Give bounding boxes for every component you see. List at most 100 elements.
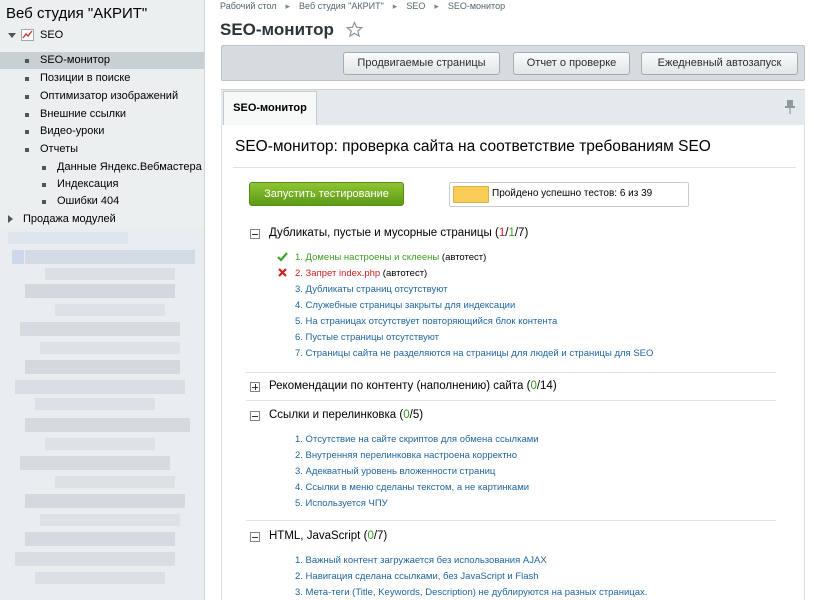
sidebar-item-video-lessons[interactable]: Видео-уроки [0, 123, 204, 140]
sidebar-item-label: Индексация [57, 178, 119, 190]
check-item[interactable]: 4. Служебные страницы закрыты для индекс… [295, 300, 515, 311]
breadcrumb-separator: ▸ [392, 1, 398, 11]
check-item[interactable]: 1. Отсутствие на сайте скриптов для обме… [295, 434, 539, 445]
section-count-total: /7) [514, 227, 529, 239]
sidebar-item-seo[interactable]: SEO [0, 27, 204, 44]
sidebar-item-yandex-webmaster[interactable]: Данные Яндекс.Вебмастера [0, 159, 204, 176]
content-panel: SEO-монитор: проверка сайта на соответст… [221, 125, 805, 600]
divider [246, 400, 776, 401]
minus-bar [252, 536, 258, 538]
pixel-block [8, 232, 128, 244]
section-count-total: /7) [373, 530, 388, 542]
bullet-icon [42, 166, 46, 170]
run-testing-button[interactable]: Запустить тестирование [249, 182, 404, 206]
pixelated-menu-area [0, 228, 204, 600]
pixel-block [55, 304, 165, 316]
page-title: SEO-монитор [220, 20, 334, 39]
pixel-block [40, 514, 180, 526]
sidebar-item-label: Продажа модулей [23, 213, 116, 225]
check-item[interactable]: 7. Страницы сайта не разделяются на стра… [295, 348, 653, 359]
sidebar-item-external-links[interactable]: Внешние ссылки [0, 106, 204, 123]
sidebar-item-indexation[interactable]: Индексация [0, 176, 204, 193]
divider [246, 372, 776, 373]
section-title[interactable]: HTML, JavaScript (0/7) [269, 530, 387, 542]
breadcrumb: Рабочий стол ▸ Веб студия "АКРИТ" ▸ SEO ▸ SEO-… [220, 1, 505, 12]
divider [246, 520, 776, 521]
check-item[interactable]: 2. Внутренняя перелинковка настроена кор… [295, 450, 517, 461]
sidebar-item-seo-monitor[interactable]: SEO-монитор [0, 52, 204, 69]
expand-arrow-icon[interactable] [8, 33, 16, 38]
tab-seo-monitor[interactable]: SEO-монитор [223, 91, 317, 126]
section-title-text: Рекомендации по контенту (наполнению) са… [269, 380, 524, 392]
sidebar-item-errors-404[interactable]: Ошибки 404 [0, 193, 204, 210]
bullet-icon [42, 183, 46, 187]
bullet-icon [42, 200, 46, 204]
check-item[interactable]: 3. Адекватный уровень вложенности страни… [295, 466, 495, 477]
sidebar-item-image-optimizer[interactable]: Оптимизатор изображений [0, 88, 204, 105]
section-title[interactable]: Рекомендации по контенту (наполнению) са… [269, 380, 557, 392]
star-icon[interactable] [346, 21, 363, 38]
plus-bar-v [254, 384, 256, 390]
pixel-block [25, 418, 190, 432]
collapse-toggle-icon[interactable] [250, 532, 260, 542]
collapse-toggle-icon[interactable] [250, 411, 260, 421]
site-title[interactable]: Веб студия "АКРИТ" [6, 5, 147, 22]
check-report-button[interactable]: Отчет о проверке [513, 52, 630, 75]
check-item[interactable]: 3. Мета-теги (Title, Keywords, Descripti… [295, 587, 647, 598]
breadcrumb-item[interactable]: Веб студия "АКРИТ" [299, 1, 384, 11]
pixel-block [25, 250, 195, 264]
check-item[interactable]: 4. Ссылки в меню сделаны текстом, а не к… [295, 482, 529, 493]
check-item[interactable]: 3. Дубликаты страниц отсутствуют [295, 284, 448, 295]
pixel-block [15, 552, 175, 566]
check-item[interactable]: 2. Запрет index.php (автотест) [295, 268, 427, 279]
progress-text: Пройдено успешно тестов: 6 из 39 [492, 188, 653, 199]
tab-bar: SEO-монитор [221, 89, 805, 126]
pixel-block [25, 360, 180, 374]
seo-chart-icon [21, 29, 34, 41]
section-title[interactable]: Дубликаты, пустые и мусорные страницы (1… [269, 227, 528, 239]
check-item[interactable]: 1. Важный контент загружается без исполь… [295, 555, 547, 566]
breadcrumb-item[interactable]: Рабочий стол [220, 1, 277, 11]
sidebar-item-reports[interactable]: Отчеты [0, 141, 204, 158]
content-title: SEO-монитор: проверка сайта на соответст… [235, 138, 711, 155]
bullet-icon [25, 77, 29, 81]
section-title-text: HTML, JavaScript [269, 530, 361, 542]
pixel-block [45, 268, 175, 280]
sidebar-item-label: Ошибки 404 [57, 195, 120, 207]
autotest-label: (автотест) [439, 252, 487, 263]
progress-box: Пройдено успешно тестов: 6 из 39 [449, 182, 689, 207]
pixel-block [45, 438, 155, 450]
sidebar-item-positions[interactable]: Позиции в поиске [0, 70, 204, 87]
sidebar: Веб студия "АКРИТ" SEO SEO-монитор Позиц… [0, 0, 205, 600]
breadcrumb-item[interactable]: SEO [406, 1, 425, 11]
check-item[interactable]: 2. Навигация сделана ссылками, без JavaS… [295, 571, 539, 582]
sidebar-item-label: Видео-уроки [40, 125, 105, 137]
check-item[interactable]: 5. На страницах отсутствует повторяющийс… [295, 316, 557, 327]
sidebar-item-modules-sale[interactable]: Продажа модулей [0, 211, 204, 228]
sidebar-item-label: Внешние ссылки [40, 108, 127, 120]
toolbar: Продвигаемые страницы Отчет о проверке Е… [221, 45, 805, 81]
pixel-block [40, 342, 180, 354]
pixel-block [12, 250, 24, 264]
expand-arrow-icon[interactable] [8, 215, 13, 223]
pixel-block [20, 322, 180, 336]
check-item[interactable]: 1. Домены настроены и склеены (автотест) [295, 252, 486, 263]
expand-toggle-icon[interactable] [250, 382, 260, 392]
breadcrumb-separator: ▸ [285, 1, 291, 11]
pixel-block [25, 284, 175, 298]
sidebar-item-label: SEO [40, 29, 64, 41]
breadcrumb-item[interactable]: SEO-монитор [448, 1, 505, 11]
divider [233, 167, 796, 168]
check-item[interactable]: 6. Пустые страницы отсутствуют [295, 332, 439, 343]
sidebar-item-label: Отчеты [40, 143, 79, 155]
check-item[interactable]: 5. Используется ЧПУ [295, 498, 388, 509]
daily-autorun-button[interactable]: Ежедневный автозапуск [641, 52, 798, 75]
collapse-toggle-icon[interactable] [250, 229, 260, 239]
pixel-block [55, 476, 175, 488]
sidebar-item-label: Данные Яндекс.Вебмастера [57, 161, 202, 173]
bullet-icon [25, 148, 29, 152]
promoted-pages-button[interactable]: Продвигаемые страницы [343, 52, 500, 75]
section-title[interactable]: Ссылки и перелинковка (0/5) [269, 409, 423, 421]
pin-icon[interactable] [785, 100, 795, 114]
check-item-text: 2. Запрет index.php [295, 268, 381, 279]
